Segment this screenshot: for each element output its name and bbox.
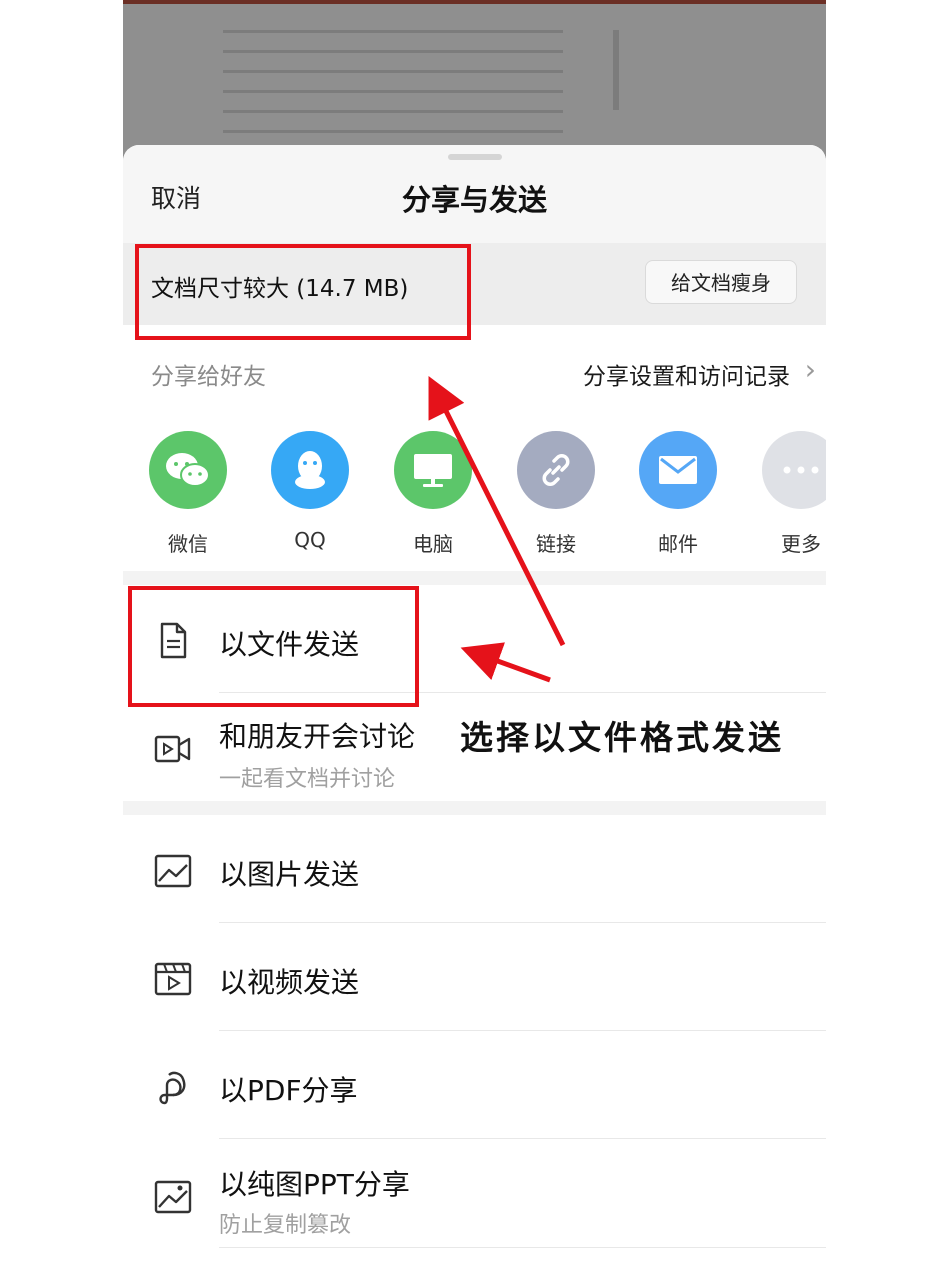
annotation-arrows <box>428 376 566 683</box>
annotation-arrow-up <box>428 376 566 647</box>
annotation-caption: 选择以文件格式发送 <box>460 718 784 757</box>
annotation-arrow-left <box>460 642 551 683</box>
